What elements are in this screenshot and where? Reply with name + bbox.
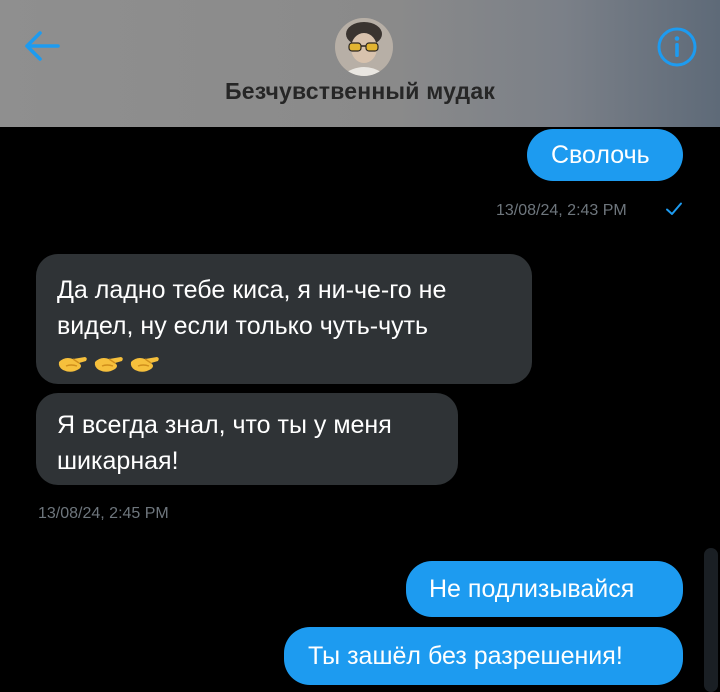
conversation-title[interactable]: Безчувственный мудак — [0, 78, 720, 105]
message-timestamp: 13/08/24, 2:45 PM — [38, 505, 169, 522]
message-text: Ты зашёл без разрешения! — [308, 642, 623, 670]
avatar-image — [335, 18, 393, 76]
pinching-hand-emoji-group — [57, 352, 161, 376]
pinching-hand-icon — [94, 357, 123, 373]
message-text: Не подлизывайся — [429, 575, 635, 603]
dm-conversation-screen: Безчувственный мудак Сволочь 13/08/24, 2… — [0, 0, 720, 692]
conversation-header: Безчувственный мудак — [0, 0, 720, 127]
checkmark-icon — [666, 202, 682, 215]
back-button[interactable] — [16, 22, 68, 70]
message-timestamp: 13/08/24, 2:43 PM — [496, 202, 627, 219]
pinching-hand-icon — [130, 357, 159, 373]
message-bubble-incoming[interactable]: Я всегда знал, что ты у меня шикарная! — [36, 393, 458, 485]
message-text: Сволочь — [551, 141, 650, 169]
pinching-hand-icon — [58, 357, 87, 373]
message-bubble-outgoing[interactable]: Не подлизывайся — [406, 561, 683, 617]
arrow-left-icon — [25, 31, 60, 61]
message-bubble-outgoing[interactable]: Сволочь — [527, 129, 683, 181]
message-text: Да ладно тебе киса, я ни-че-го не видел,… — [57, 276, 447, 340]
avatar[interactable] — [335, 18, 393, 76]
scrollbar[interactable] — [704, 548, 718, 692]
message-bubble-incoming[interactable]: Да ладно тебе киса, я ни-че-го не видел,… — [36, 254, 532, 384]
info-icon — [657, 27, 697, 67]
message-bubble-outgoing[interactable]: Ты зашёл без разрешения! — [284, 627, 683, 685]
info-button[interactable] — [656, 26, 698, 68]
message-text: Я всегда знал, что ты у меня шикарная! — [57, 411, 392, 475]
